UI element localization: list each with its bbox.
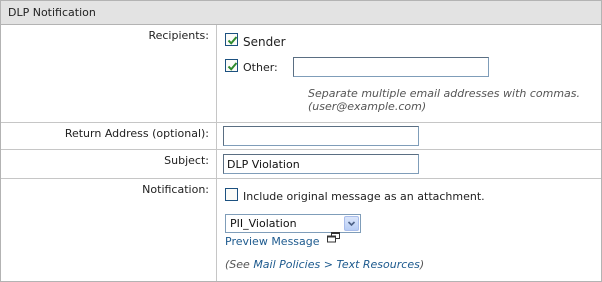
dlp-notification-panel: DLP Notification Recipients: Sender Othe… xyxy=(0,0,602,282)
notification-template-value: PII_Violation xyxy=(230,217,297,230)
notification-row: Notification: Include original message a… xyxy=(1,179,601,281)
recipients-row: Recipients: Sender Other: Separate multi… xyxy=(1,25,601,123)
recipients-value-cell: Sender Other: Separate multiple email ad… xyxy=(217,25,601,122)
notification-template-select[interactable]: PII_Violation xyxy=(225,214,361,233)
sender-label: Sender xyxy=(243,35,286,49)
mail-policies-link[interactable]: Mail Policies xyxy=(253,258,320,271)
recipients-hint-line2: (user@example.com) xyxy=(308,100,427,113)
notification-value-cell: Include original message as an attachmen… xyxy=(217,179,601,281)
recipients-hint-line1: Separate multiple email addresses with c… xyxy=(308,87,581,100)
checkmark-icon xyxy=(227,36,238,45)
dropdown-button[interactable] xyxy=(344,216,359,231)
sender-checkbox[interactable] xyxy=(225,33,238,46)
see-resources-note: (See Mail Policies > Text Resources) xyxy=(225,258,424,271)
preview-message-link[interactable]: Preview Message xyxy=(225,235,320,248)
subject-value-cell xyxy=(217,150,601,178)
new-window-icon[interactable] xyxy=(327,232,340,246)
return-address-value-cell xyxy=(217,123,601,149)
notification-label: Notification: xyxy=(1,179,217,281)
include-attachment-label: Include original message as an attachmen… xyxy=(243,190,485,203)
see-prefix: (See xyxy=(225,258,254,271)
text-resources-link[interactable]: Text Resources xyxy=(336,258,419,271)
include-attachment-checkbox[interactable] xyxy=(225,188,238,201)
subject-row: Subject: xyxy=(1,150,601,179)
return-address-label: Return Address (optional): xyxy=(1,123,217,149)
breadcrumb-separator: > xyxy=(320,258,337,271)
checkmark-icon xyxy=(227,62,238,71)
return-address-input[interactable] xyxy=(223,126,419,146)
subject-label: Subject: xyxy=(1,150,217,178)
recipients-label: Recipients: xyxy=(1,25,217,122)
other-email-input[interactable] xyxy=(293,57,489,77)
panel-title: DLP Notification xyxy=(1,1,601,25)
other-checkbox[interactable] xyxy=(225,59,238,72)
see-suffix: ) xyxy=(419,258,425,271)
return-address-row: Return Address (optional): xyxy=(1,123,601,150)
chevron-down-icon xyxy=(347,221,356,227)
subject-input[interactable] xyxy=(223,154,419,174)
other-label: Other: xyxy=(243,61,278,74)
